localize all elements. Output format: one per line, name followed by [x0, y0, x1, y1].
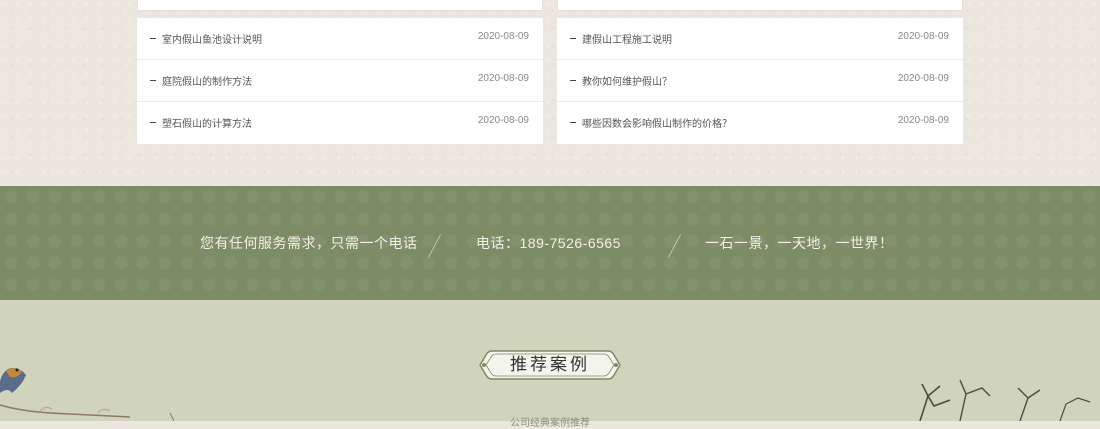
recommend-title: 推荐案例: [510, 355, 590, 375]
news-date: 2020-08-09: [897, 73, 949, 84]
news-item[interactable]: 建假山工程施工说明 2020-08-09: [557, 18, 963, 60]
news-date: 2020-08-09: [477, 115, 529, 126]
news-item[interactable]: 室内假山鱼池设计说明 2020-08-09: [137, 18, 543, 60]
news-title[interactable]: 庭院假山的制作方法: [162, 73, 252, 88]
news-panel-right: 建假山工程施工说明 2020-08-09 教你如何维护假山？ 2020-08-0…: [557, 18, 963, 144]
slogan-text: 一石一景，一天地，一世界！: [705, 235, 894, 251]
news-panel-right-top-edge: [557, 0, 963, 11]
dash-icon: [570, 38, 576, 39]
news-title[interactable]: 建假山工程施工说明: [582, 31, 672, 46]
dash-icon: [570, 80, 576, 81]
news-date: 2020-08-09: [897, 115, 949, 126]
recommend-section: 推荐案例 公司经典案例推荐: [0, 300, 1100, 429]
news-title[interactable]: 哪些因数会影响假山制作的价格？: [582, 115, 732, 130]
divider-slash: [667, 234, 682, 258]
dash-icon: [150, 122, 156, 123]
news-item[interactable]: 塑石假山的计算方法 2020-08-09: [137, 102, 543, 144]
news-panel-left-top-edge: [137, 0, 543, 11]
phone-text[interactable]: 电话：189-7526-6565: [476, 233, 621, 253]
news-item[interactable]: 庭院假山的制作方法 2020-08-09: [137, 60, 543, 102]
contact-band: 您有任何服务需求，只需一个电话 电话：189-7526-6565 一石一景，一天…: [0, 186, 1100, 300]
news-section: 室内假山鱼池设计说明 2020-08-09 庭院假山的制作方法 2020-08-…: [0, 0, 1100, 186]
news-date: 2020-08-09: [477, 31, 529, 42]
news-title[interactable]: 塑石假山的计算方法: [162, 115, 252, 130]
divider-slash: [427, 234, 442, 258]
news-item[interactable]: 教你如何维护假山？ 2020-08-09: [557, 60, 963, 102]
news-item[interactable]: 哪些因数会影响假山制作的价格？ 2020-08-09: [557, 102, 963, 144]
dash-icon: [150, 38, 156, 39]
news-title[interactable]: 室内假山鱼池设计说明: [162, 31, 262, 46]
dash-icon: [150, 80, 156, 81]
bird-branch-decoration: [0, 367, 175, 421]
news-panel-left: 室内假山鱼池设计说明 2020-08-09 庭院假山的制作方法 2020-08-…: [137, 18, 543, 144]
recommend-title-frame: 推荐案例: [478, 349, 622, 381]
news-title[interactable]: 教你如何维护假山？: [582, 73, 672, 88]
news-date: 2020-08-09: [897, 31, 949, 42]
service-text: 您有任何服务需求，只需一个电话: [200, 235, 418, 251]
dash-icon: [570, 122, 576, 123]
news-date: 2020-08-09: [477, 73, 529, 84]
tree-decoration: [919, 379, 1091, 421]
